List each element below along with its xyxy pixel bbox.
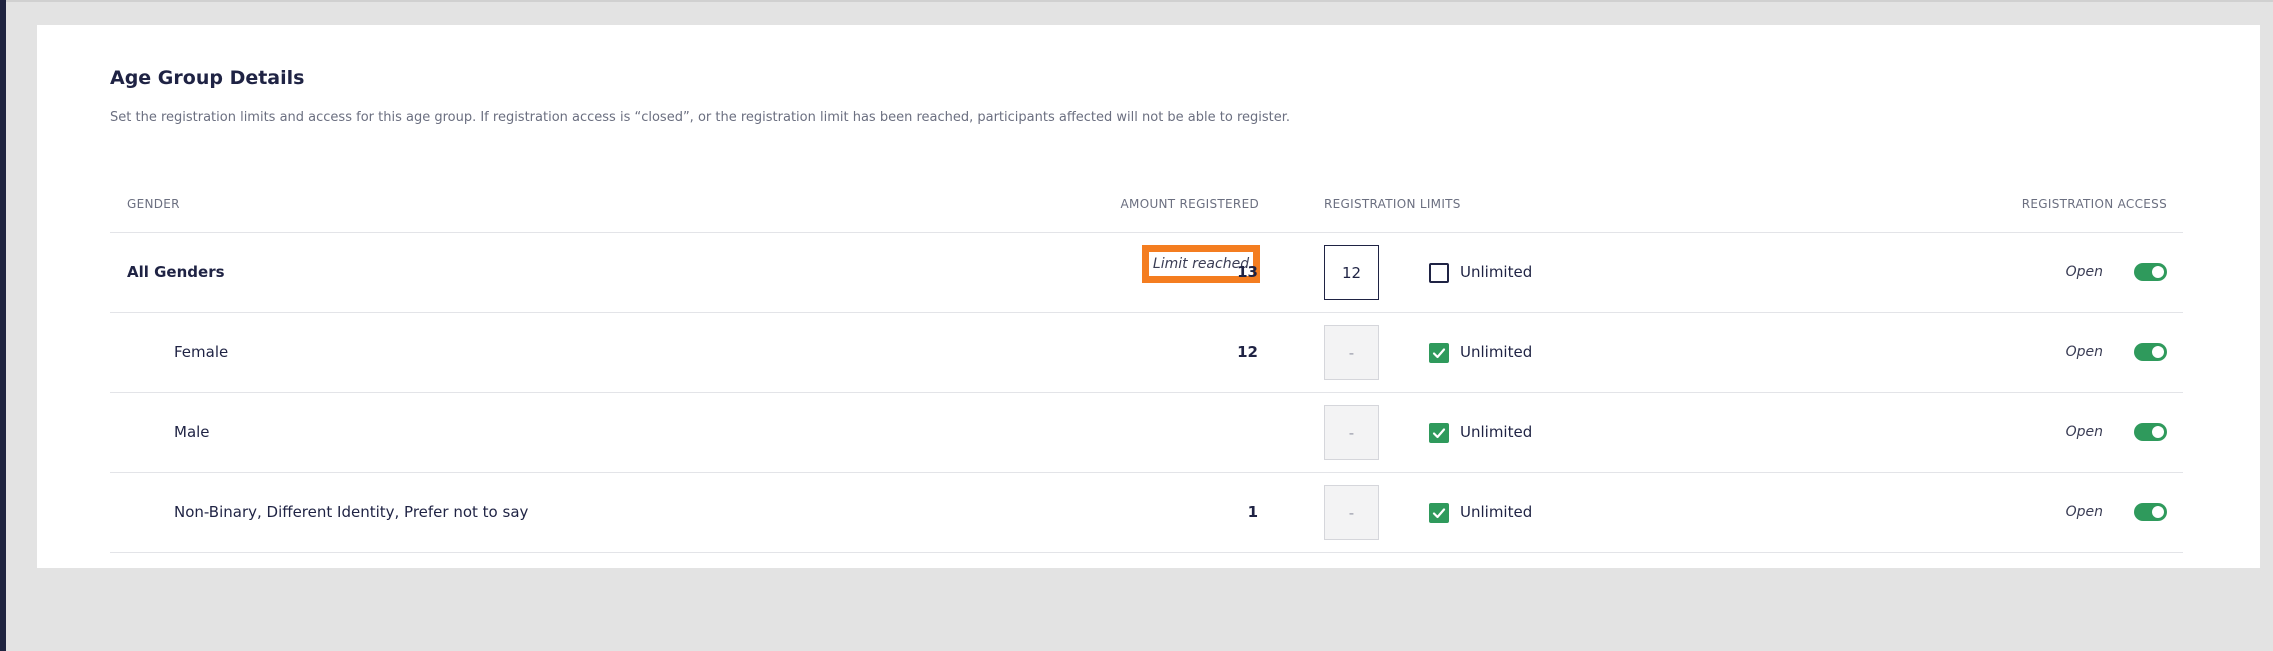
age-group-details-card: Age Group Details Set the registration l…	[37, 25, 2260, 568]
header-amount-registered: AMOUNT REGISTERED	[1120, 197, 1259, 211]
section-title: Age Group Details	[110, 67, 305, 89]
toggle-knob	[2152, 506, 2164, 518]
registration-limit-input[interactable]	[1324, 245, 1379, 300]
header-gender: GENDER	[127, 197, 180, 211]
amount-registered: 1	[1247, 503, 1258, 521]
registration-limit-input[interactable]	[1324, 405, 1379, 460]
header-registration-access: REGISTRATION ACCESS	[2021, 197, 2167, 211]
unlimited-label: Unlimited	[1460, 423, 1533, 441]
access-status: Open	[2065, 264, 2103, 280]
gender-name: Male	[174, 423, 210, 441]
registration-access-toggle[interactable]	[2134, 423, 2167, 441]
unlimited-label: Unlimited	[1460, 503, 1533, 521]
check-icon	[1432, 428, 1446, 439]
unlimited-checkbox[interactable]	[1429, 503, 1449, 523]
access-status: Open	[2065, 504, 2103, 520]
registration-access-toggle[interactable]	[2134, 343, 2167, 361]
registration-limit-input[interactable]	[1324, 485, 1379, 540]
unlimited-checkbox[interactable]	[1429, 343, 1449, 363]
age-group-table: GENDER AMOUNT REGISTERED REGISTRATION LI…	[110, 168, 2183, 553]
registration-limit-input[interactable]	[1324, 325, 1379, 380]
table-row-all-genders: All Genders Limit reached 13 Unlimited O…	[110, 233, 2183, 313]
check-icon	[1432, 348, 1446, 359]
gender-name: Non-Binary, Different Identity, Prefer n…	[174, 503, 529, 521]
registration-access-toggle[interactable]	[2134, 503, 2167, 521]
table-row-male: Male Unlimited Open	[110, 393, 2183, 473]
gender-name: Female	[174, 343, 229, 361]
toggle-knob	[2152, 426, 2164, 438]
amount-registered: 13	[1237, 263, 1258, 281]
top-border	[6, 0, 2273, 2]
header-registration-limits: REGISTRATION LIMITS	[1324, 197, 1461, 211]
left-edge-strip	[0, 0, 6, 651]
gender-name: All Genders	[127, 263, 225, 281]
access-status: Open	[2065, 344, 2103, 360]
unlimited-checkbox[interactable]	[1429, 423, 1449, 443]
registration-access-toggle[interactable]	[2134, 263, 2167, 281]
toggle-knob	[2152, 346, 2164, 358]
table-row-female: Female 12 Unlimited Open	[110, 313, 2183, 393]
table-header: GENDER AMOUNT REGISTERED REGISTRATION LI…	[110, 168, 2183, 233]
unlimited-label: Unlimited	[1460, 263, 1533, 281]
section-description: Set the registration limits and access f…	[110, 110, 1291, 125]
unlimited-label: Unlimited	[1460, 343, 1533, 361]
access-status: Open	[2065, 424, 2103, 440]
table-row-non-binary: Non-Binary, Different Identity, Prefer n…	[110, 473, 2183, 553]
check-icon	[1432, 508, 1446, 519]
toggle-knob	[2152, 266, 2164, 278]
unlimited-checkbox[interactable]	[1429, 263, 1449, 283]
amount-registered: 12	[1237, 343, 1258, 361]
